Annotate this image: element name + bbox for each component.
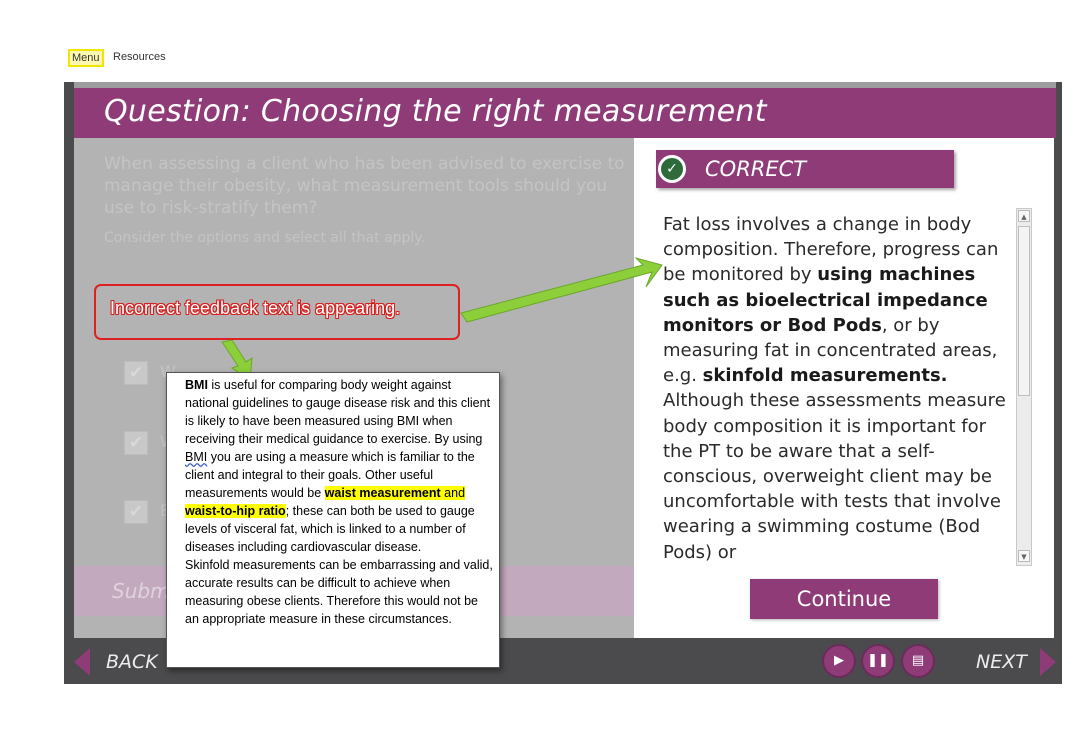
arrow-to-feedback <box>460 257 663 323</box>
popup-text: BMI is useful for comparing body weight … <box>185 378 493 626</box>
annotation-callout-text: Incorrect feedback text is appearing. <box>110 298 401 318</box>
annotation-arrows <box>221 257 663 381</box>
